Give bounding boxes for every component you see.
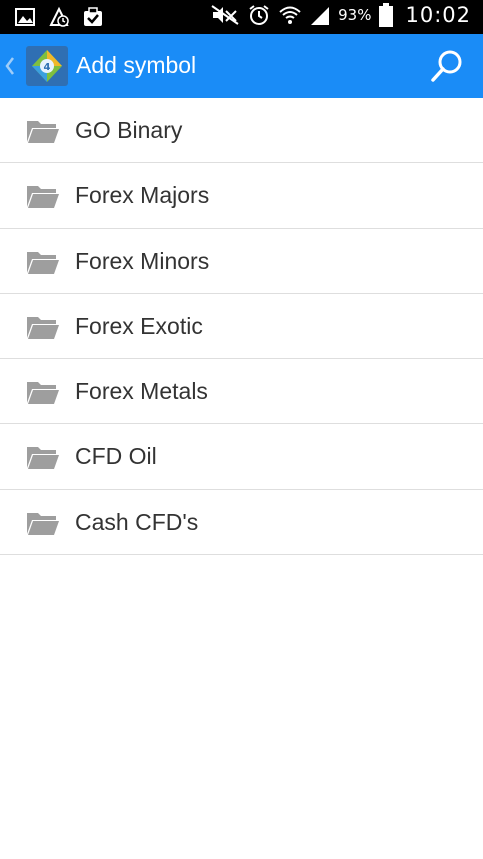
page-title: Add symbol xyxy=(76,52,197,78)
metatrader-app-icon: 4 xyxy=(26,46,68,86)
folder-icon xyxy=(27,447,59,470)
list-item[interactable]: Cash CFD's xyxy=(0,489,483,556)
list-item-label: CFD Oil xyxy=(75,443,157,470)
up-navigation-button[interactable]: 4 xyxy=(0,34,75,98)
download-done-icon xyxy=(84,7,102,26)
action-bar: 4 Add symbol xyxy=(0,34,483,98)
status-bar-notifications xyxy=(14,6,104,28)
list-item-label: Forex Metals xyxy=(75,378,208,405)
folder-icon xyxy=(27,512,59,535)
folder-icon xyxy=(27,186,59,209)
svg-text:4: 4 xyxy=(44,62,51,73)
battery-icon xyxy=(379,3,394,27)
list-item-label: Forex Minors xyxy=(75,247,210,274)
list-item[interactable]: Forex Minors xyxy=(0,228,483,294)
chevron-left-icon xyxy=(5,57,14,75)
folder-icon xyxy=(27,251,59,274)
list-item[interactable]: GO Binary xyxy=(0,98,483,164)
signal-icon xyxy=(311,7,330,25)
battery-percent: 93% xyxy=(338,6,372,24)
search-icon[interactable] xyxy=(429,48,465,84)
folder-icon xyxy=(27,121,59,143)
status-bar-system: 93% 10:02 xyxy=(210,3,471,27)
list-item-label: Cash CFD's xyxy=(75,508,199,535)
list-item[interactable]: CFD Oil xyxy=(0,424,483,490)
list-item-label: GO Binary xyxy=(75,117,183,143)
folder-icon xyxy=(27,316,59,339)
alarm-icon xyxy=(249,5,269,25)
mute-icon xyxy=(211,5,239,25)
list-item-label: Forex Exotic xyxy=(75,312,203,339)
list-item[interactable]: Forex Majors xyxy=(0,163,483,229)
list-item[interactable]: Forex Metals xyxy=(0,359,483,425)
folder-icon xyxy=(27,382,59,405)
image-icon xyxy=(15,8,35,26)
status-bar: 93% 10:02 xyxy=(0,0,483,34)
list-item-label: Forex Majors xyxy=(75,182,210,209)
app-update-icon xyxy=(49,6,69,27)
wifi-icon xyxy=(279,6,301,24)
list-item[interactable]: Forex Exotic xyxy=(0,293,483,360)
symbol-group-list: GO Binary Forex Majors Forex Minors Fore… xyxy=(0,98,483,556)
status-clock: 10:02 xyxy=(405,3,471,27)
